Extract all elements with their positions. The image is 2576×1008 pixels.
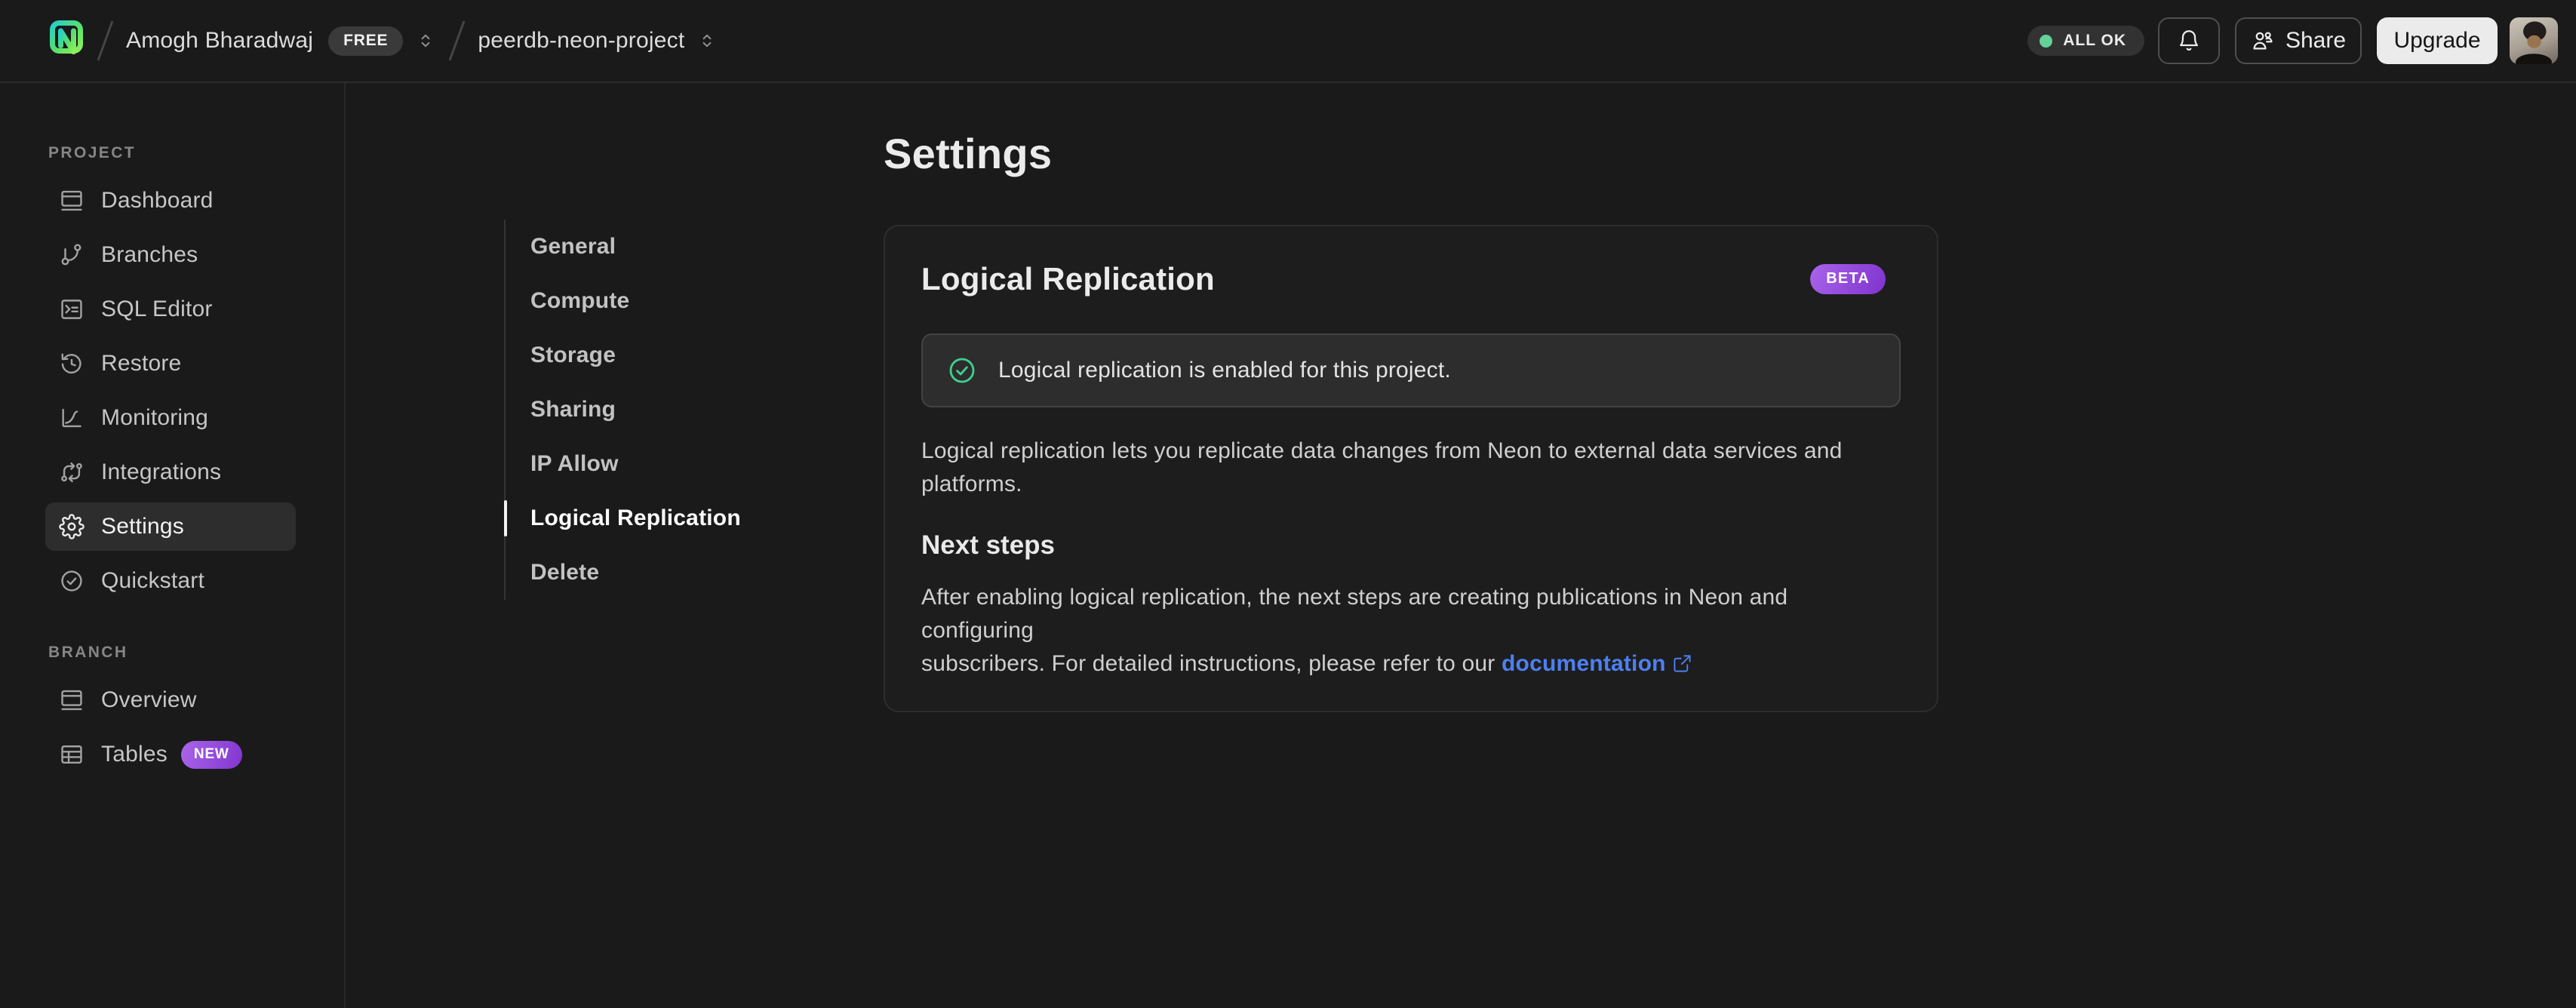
sidebar-item-label: Branches: [101, 242, 198, 267]
next-steps-title: Next steps: [921, 530, 1056, 560]
new-badge: NEW: [180, 740, 242, 769]
org-breadcrumb[interactable]: Amogh Bharadwaj FREE: [126, 26, 436, 56]
breadcrumb-separator: [448, 20, 466, 61]
org-name: Amogh Bharadwaj: [126, 28, 314, 53]
overview-icon: [59, 687, 85, 713]
logical-replication-card: Logical Replication BETA Logical replica…: [884, 225, 1938, 712]
upgrade-button[interactable]: Upgrade: [2377, 17, 2498, 64]
unfold-icon: [696, 30, 718, 51]
branch-nav-list: Overview Tables NEW: [0, 676, 344, 779]
sidebar-item-label: Settings: [101, 514, 184, 539]
main-content: Settings Logical Replication BETA Logica…: [884, 130, 1938, 712]
settings-nav-ip-allow[interactable]: IP Allow: [530, 437, 757, 491]
sql-editor-icon: [59, 297, 85, 322]
description-text: Logical replication lets you replicate d…: [921, 438, 1843, 496]
dashboard-icon: [59, 188, 85, 214]
settings-icon: [59, 514, 85, 539]
settings-nav-compute[interactable]: Compute: [530, 274, 757, 328]
page-title: Settings: [884, 130, 1053, 177]
tables-icon: [59, 742, 85, 767]
restore-icon: [59, 351, 85, 376]
sidebar-item-label: Monitoring: [101, 405, 209, 430]
settings-nav-sharing[interactable]: Sharing: [530, 383, 757, 437]
quickstart-icon: [59, 568, 85, 594]
project-name: peerdb-neon-project: [478, 28, 685, 53]
settings-nav-label: IP Allow: [530, 451, 619, 476]
sidebar-item-label: Dashboard: [101, 188, 214, 213]
sidebar-item-sql-editor[interactable]: SQL Editor: [45, 285, 296, 333]
sidebar-item-tables[interactable]: Tables NEW: [45, 730, 296, 779]
people-icon: [2251, 29, 2275, 53]
project-section-label: PROJECT: [48, 144, 136, 161]
banner-text: Logical replication is enabled for this …: [998, 358, 1451, 383]
sidebar-item-label: Quickstart: [101, 568, 205, 593]
success-banner: Logical replication is enabled for this …: [921, 333, 1901, 407]
sidebar-item-label: Restore: [101, 351, 182, 376]
share-label: Share: [2285, 28, 2347, 53]
check-circle-icon: [947, 355, 977, 386]
settings-nav-general[interactable]: General: [530, 220, 757, 274]
project-breadcrumb[interactable]: peerdb-neon-project: [478, 28, 718, 54]
branches-icon: [59, 242, 85, 268]
monitoring-icon: [59, 405, 85, 431]
settings-nav-label: Delete: [530, 560, 600, 585]
external-link-icon: [1672, 653, 1692, 674]
project-nav-list: Dashboard Branches SQL Editor Restore Mo…: [0, 177, 344, 605]
avatar[interactable]: [2510, 17, 2558, 64]
documentation-link[interactable]: documentation: [1502, 651, 1666, 676]
unfold-icon: [415, 30, 436, 51]
status-label: ALL OK: [2063, 32, 2126, 49]
sidebar-item-integrations[interactable]: Integrations: [45, 448, 296, 496]
breadcrumb-separator: [97, 20, 114, 61]
settings-nav-label: Sharing: [530, 397, 616, 422]
plan-badge: FREE: [328, 26, 404, 56]
settings-nav-storage[interactable]: Storage: [530, 328, 757, 383]
top-bar: Amogh Bharadwaj FREE peerdb-neon-project…: [0, 0, 2576, 83]
notifications-button[interactable]: [2158, 17, 2220, 64]
next-steps-text: After enabling logical replication, the …: [921, 585, 1788, 676]
branch-section-label: BRANCH: [48, 644, 128, 661]
integrations-icon: [59, 459, 85, 485]
sidebar-item-label: Tables: [101, 742, 168, 767]
status-dot-icon: [2040, 34, 2053, 48]
sidebar-item-quickstart[interactable]: Quickstart: [45, 557, 296, 605]
sidebar-item-settings[interactable]: Settings: [45, 502, 296, 551]
sidebar-item-branches[interactable]: Branches: [45, 231, 296, 279]
bell-icon: [2177, 29, 2201, 53]
sidebar-item-label: Overview: [101, 687, 197, 712]
sidebar-item-label: SQL Editor: [101, 297, 213, 321]
card-title: Logical Replication: [921, 261, 1215, 297]
settings-nav-logical-replication[interactable]: Logical Replication: [504, 491, 757, 545]
sidebar-item-monitoring[interactable]: Monitoring: [45, 394, 296, 442]
sidebar: PROJECT Dashboard Branches SQL Editor Re…: [0, 83, 346, 1008]
settings-nav-delete[interactable]: Delete: [530, 545, 757, 600]
settings-nav-label: Compute: [530, 288, 630, 313]
sidebar-item-dashboard[interactable]: Dashboard: [45, 177, 296, 225]
neon-logo[interactable]: [48, 19, 85, 63]
settings-sub-nav: General Compute Storage Sharing IP Allow Logi…: [504, 220, 757, 600]
settings-nav-label: Storage: [530, 343, 616, 367]
sidebar-item-overview[interactable]: Overview: [45, 676, 296, 724]
status-pill[interactable]: ALL OK: [2027, 26, 2144, 56]
sidebar-item-label: Integrations: [101, 459, 222, 484]
beta-badge: BETA: [1810, 264, 1886, 294]
settings-nav-label: Logical Replication: [530, 506, 741, 530]
settings-nav-label: General: [530, 234, 616, 259]
share-button[interactable]: Share: [2235, 17, 2362, 64]
sidebar-item-restore[interactable]: Restore: [45, 340, 296, 388]
